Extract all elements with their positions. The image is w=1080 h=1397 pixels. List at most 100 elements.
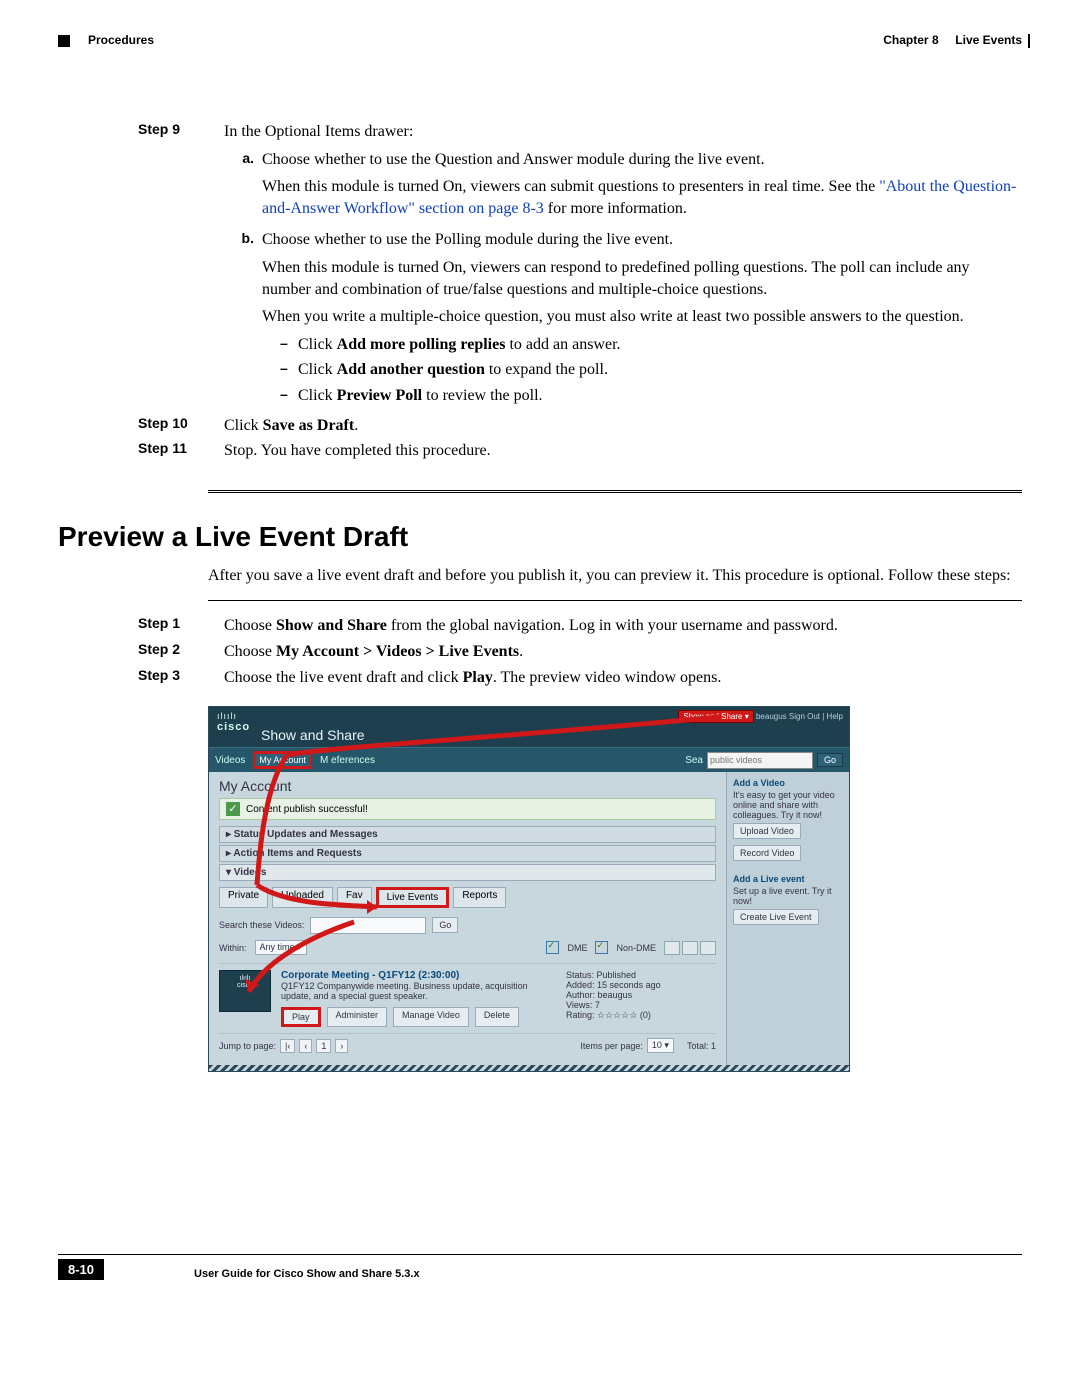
product-switcher[interactable]: Show and Share ▾ bbox=[678, 710, 753, 723]
step-label: Step 1 bbox=[58, 615, 224, 637]
video-description: Q1FY12 Companywide meeting. Business upd… bbox=[281, 981, 556, 1001]
next-page-button[interactable]: › bbox=[335, 1039, 348, 1053]
sidebar-text: It's easy to get your video online and s… bbox=[733, 790, 843, 820]
success-banner: ✓ Content publish successful! bbox=[219, 798, 716, 820]
ui-term: Show and Share bbox=[276, 617, 387, 634]
drawer-action-items[interactable]: ▸ Action Items and Requests bbox=[219, 845, 716, 862]
section-rule bbox=[208, 490, 1022, 493]
total-count: Total: 1 bbox=[687, 1041, 716, 1051]
value: 7 bbox=[595, 1000, 600, 1010]
page-footer: 8-10 User Guide for Cisco Show and Share… bbox=[58, 1254, 1022, 1280]
bullet: – Click Preview Poll to review the poll. bbox=[262, 385, 1022, 407]
preview-step-3: Step 3 Choose the live event draft and c… bbox=[58, 667, 1022, 689]
body-text: When this module is turned On, viewers c… bbox=[262, 257, 1022, 300]
text: . bbox=[519, 643, 523, 660]
text: Click bbox=[298, 361, 337, 378]
tab-live-events[interactable]: Live Events bbox=[376, 887, 450, 908]
app-header: ılıılı cisco Show and Share Show and Sha… bbox=[209, 707, 849, 747]
user-links[interactable]: beaugus Sign Out | Help bbox=[756, 712, 843, 721]
guide-title: User Guide for Cisco Show and Share 5.3.… bbox=[194, 1268, 420, 1280]
success-text: Content publish successful! bbox=[246, 804, 368, 815]
value: Published bbox=[597, 970, 637, 980]
text: Click bbox=[298, 387, 337, 404]
page-number[interactable]: 1 bbox=[316, 1039, 331, 1053]
video-title[interactable]: Corporate Meeting - Q1FY12 (2:30:00) bbox=[281, 970, 556, 981]
text: Choose bbox=[224, 617, 276, 634]
record-video-button[interactable]: Record Video bbox=[733, 845, 801, 861]
tab-uploaded[interactable]: Uploaded bbox=[272, 887, 333, 908]
step-11: Step 11 Stop. You have completed this pr… bbox=[58, 440, 1022, 462]
sub-item-b: b. Choose whether to use the Polling mod… bbox=[224, 229, 1022, 410]
value: beaugus bbox=[598, 990, 633, 1000]
dash-icon: – bbox=[280, 334, 298, 356]
text: for more information. bbox=[544, 200, 687, 217]
global-nav: Videos My Account M eferences Sea Go bbox=[209, 747, 849, 772]
create-live-event-button[interactable]: Create Live Event bbox=[733, 909, 819, 925]
drawer-status-updates[interactable]: ▸ Status Updates and Messages bbox=[219, 826, 716, 843]
checkbox-nondme[interactable] bbox=[595, 941, 608, 954]
heading-preview-draft: Preview a Live Event Draft bbox=[58, 521, 1022, 553]
video-thumbnail[interactable]: ılıılıcisco bbox=[219, 970, 271, 1012]
checkbox-dme[interactable] bbox=[546, 941, 559, 954]
go-button[interactable]: Go bbox=[817, 753, 843, 767]
bullet: – Click Add more polling replies to add … bbox=[262, 334, 1022, 356]
text: to add an answer. bbox=[505, 336, 620, 353]
prev-page-button[interactable]: ‹ bbox=[299, 1039, 312, 1053]
play-button[interactable]: Play bbox=[281, 1007, 321, 1027]
nav-videos[interactable]: Videos bbox=[215, 755, 245, 766]
header-end-bar-icon bbox=[1028, 34, 1030, 48]
step-10: Step 10 Click Save as Draft. bbox=[58, 415, 1022, 437]
tab-favorites[interactable]: Fav bbox=[337, 887, 372, 908]
sidebar: Add a Video It's easy to get your video … bbox=[726, 772, 849, 1065]
preview-step-1: Step 1 Choose Show and Share from the gl… bbox=[58, 615, 1022, 637]
drawer-videos[interactable]: ▾ Videos bbox=[219, 864, 716, 881]
step-label: Step 3 bbox=[58, 667, 224, 689]
sub-label: a. bbox=[224, 149, 262, 226]
sidebar-text: Set up a live event. Try it now! bbox=[733, 886, 843, 906]
logo-text: cisco bbox=[217, 721, 250, 733]
label: Author: bbox=[566, 990, 595, 1000]
label: Views: bbox=[566, 1000, 592, 1010]
tab-reports[interactable]: Reports bbox=[453, 887, 506, 908]
thin-rule bbox=[208, 600, 1022, 601]
nav-preferences[interactable]: M eferences bbox=[320, 755, 375, 766]
text: . The preview video window opens. bbox=[493, 669, 722, 686]
go-button[interactable]: Go bbox=[432, 917, 458, 933]
search-videos-row: Search these Videos: Go bbox=[219, 914, 716, 936]
search-input[interactable] bbox=[707, 752, 813, 769]
step-9: Step 9 In the Optional Items drawer: a. … bbox=[58, 121, 1022, 411]
text: from the global navigation. Log in with … bbox=[387, 617, 838, 634]
items-per-page-select[interactable]: 10 ▾ bbox=[647, 1038, 674, 1053]
video-search-input[interactable] bbox=[310, 917, 426, 934]
sub-item-a: a. Choose whether to use the Question an… bbox=[224, 149, 1022, 226]
ui-term: Play bbox=[463, 669, 493, 686]
filter-row: Within: Any time ▾ DME Non-DME bbox=[219, 940, 716, 955]
body-text: Choose whether to use the Question and A… bbox=[262, 149, 1022, 171]
ui-term: Preview Poll bbox=[337, 387, 422, 404]
upload-video-button[interactable]: Upload Video bbox=[733, 823, 801, 839]
nav-my-account[interactable]: My Account bbox=[253, 751, 312, 769]
text: Click bbox=[298, 336, 337, 353]
page-title: My Account bbox=[219, 778, 716, 794]
section-intro: After you save a live event draft and be… bbox=[208, 565, 1022, 587]
app-title: Show and Share bbox=[261, 727, 841, 743]
timeframe-select[interactable]: Any time ▾ bbox=[255, 940, 307, 955]
tab-private[interactable]: Private bbox=[219, 887, 268, 908]
bullet: – Click Add another question to expand t… bbox=[262, 359, 1022, 381]
text: Choose the live event draft and click bbox=[224, 669, 463, 686]
label-dme: DME bbox=[567, 943, 587, 953]
manage-video-button[interactable]: Manage Video bbox=[393, 1007, 469, 1027]
first-page-button[interactable]: |‹ bbox=[280, 1039, 295, 1053]
label: Items per page: bbox=[580, 1041, 643, 1051]
star-rating-icon: ☆☆☆☆☆ (0) bbox=[597, 1010, 651, 1020]
text: to expand the poll. bbox=[485, 361, 608, 378]
preview-step-2: Step 2 Choose My Account > Videos > Live… bbox=[58, 641, 1022, 663]
administer-button[interactable]: Administer bbox=[327, 1007, 388, 1027]
detail-view-icon[interactable] bbox=[700, 941, 716, 955]
global-search: Sea Go bbox=[685, 752, 843, 769]
body-text: Stop. You have completed this procedure. bbox=[224, 440, 1022, 462]
delete-button[interactable]: Delete bbox=[475, 1007, 519, 1027]
grid-view-icon[interactable] bbox=[682, 941, 698, 955]
step-label: Step 11 bbox=[58, 440, 224, 462]
list-view-icon[interactable] bbox=[664, 941, 680, 955]
